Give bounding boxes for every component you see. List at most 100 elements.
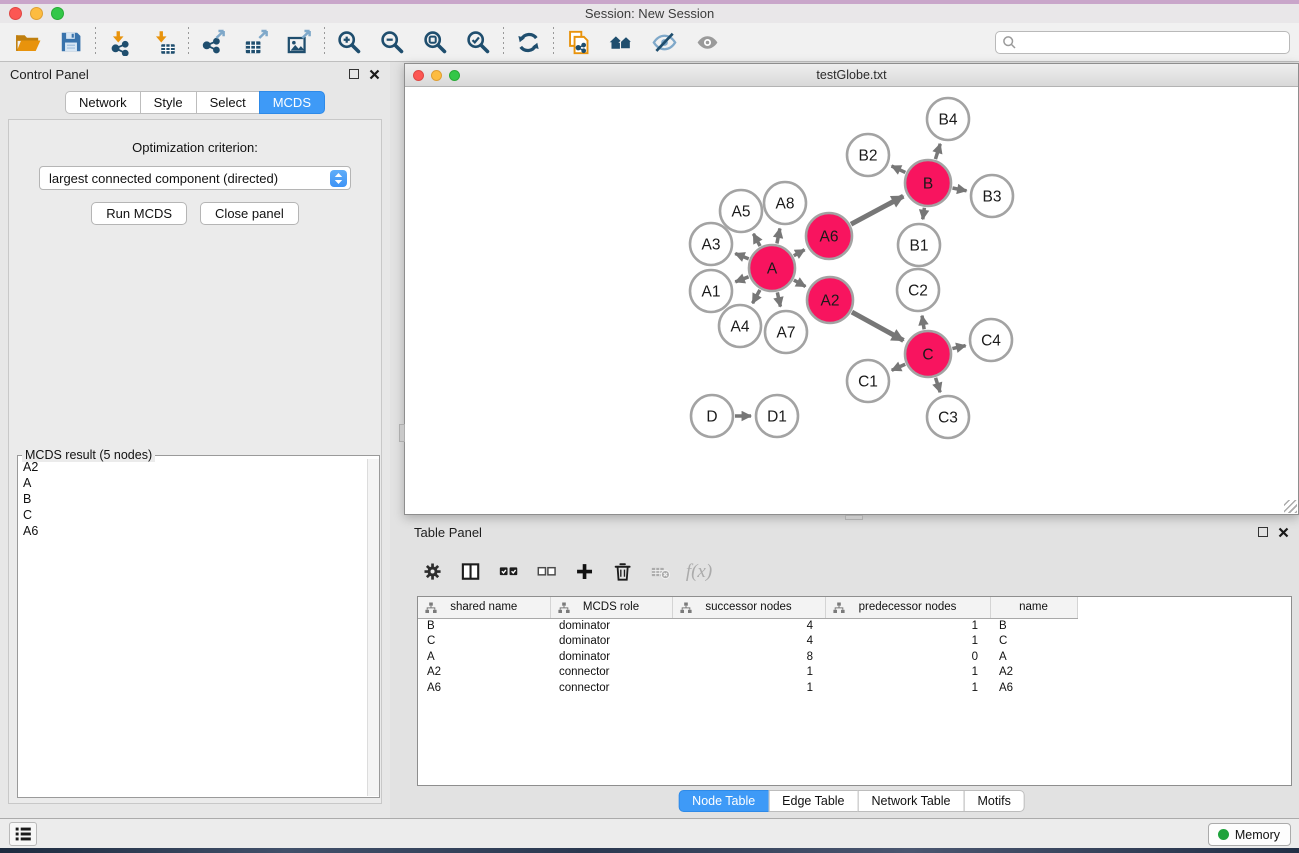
cell-predecessor-nodes[interactable]: 0 <box>825 649 990 665</box>
import-network-button[interactable] <box>99 25 142 59</box>
result-item[interactable]: A6 <box>19 523 366 539</box>
graph-node-A6[interactable]: A6 <box>806 213 852 259</box>
tab-mcds[interactable]: MCDS <box>259 91 325 114</box>
graph-node-A[interactable]: A <box>749 245 795 291</box>
tab-edge-table[interactable]: Edge Table <box>768 790 858 812</box>
search-input[interactable] <box>1021 33 1289 52</box>
cell-shared-name[interactable]: A6 <box>418 680 550 696</box>
result-item[interactable]: A2 <box>19 459 366 475</box>
column-header-successor-nodes[interactable]: successor nodes <box>672 597 825 618</box>
import-table-button[interactable] <box>142 25 185 59</box>
graph-node-A3[interactable]: A3 <box>690 223 732 265</box>
close-table-panel-icon[interactable] <box>1278 527 1289 538</box>
open-file-button[interactable] <box>6 25 49 59</box>
tab-network-table[interactable]: Network Table <box>858 790 965 812</box>
cell-successor-nodes[interactable]: 1 <box>672 680 825 696</box>
cell-successor-nodes[interactable]: 1 <box>672 665 825 681</box>
edge-B-B4[interactable] <box>935 144 940 159</box>
edge-A-A8[interactable] <box>777 228 780 243</box>
save-session-button[interactable] <box>49 25 92 59</box>
cell-name[interactable]: A6 <box>990 680 1077 696</box>
cell-shared-name[interactable]: A <box>418 649 550 665</box>
zoom-selected-button[interactable] <box>457 25 500 59</box>
vertical-splitter-handle[interactable] <box>399 424 405 442</box>
cell-MCDS-role[interactable]: connector <box>550 665 672 681</box>
zoom-out-button[interactable] <box>371 25 414 59</box>
result-item[interactable]: C <box>19 507 366 523</box>
show-columns-button[interactable] <box>454 554 488 590</box>
hide-selected-button[interactable] <box>643 25 686 59</box>
cell-shared-name[interactable]: A2 <box>418 665 550 681</box>
cell-MCDS-role[interactable]: dominator <box>550 634 672 650</box>
tab-node-table[interactable]: Node Table <box>678 790 769 812</box>
edge-B-B1[interactable] <box>923 208 925 220</box>
select-all-columns-button[interactable] <box>492 554 526 590</box>
graph-node-A7[interactable]: A7 <box>765 311 807 353</box>
table-settings-button[interactable] <box>416 554 450 590</box>
graph-node-D1[interactable]: D1 <box>756 395 798 437</box>
graph-node-B3[interactable]: B3 <box>971 175 1013 217</box>
graph-node-B1[interactable]: B1 <box>898 224 940 266</box>
table-row[interactable]: A2connector11A2 <box>418 665 1077 681</box>
close-panel-icon[interactable] <box>369 69 380 80</box>
cell-predecessor-nodes[interactable]: 1 <box>825 618 990 634</box>
refresh-network-button[interactable] <box>507 25 550 59</box>
table-row[interactable]: Adominator80A <box>418 649 1077 665</box>
graph-node-D[interactable]: D <box>691 395 733 437</box>
cell-name[interactable]: A2 <box>990 665 1077 681</box>
zoom-in-button[interactable] <box>328 25 371 59</box>
export-image-button[interactable] <box>278 25 321 59</box>
cell-successor-nodes[interactable]: 4 <box>672 634 825 650</box>
cell-name[interactable]: C <box>990 634 1077 650</box>
cell-name[interactable]: A <box>990 649 1077 665</box>
column-header-shared-name[interactable]: shared name <box>418 597 550 618</box>
result-item[interactable]: B <box>19 491 366 507</box>
graph-node-A1[interactable]: A1 <box>690 270 732 312</box>
duplicate-network-button[interactable] <box>557 25 600 59</box>
edge-A6-B[interactable] <box>851 196 903 224</box>
edge-C-C1[interactable] <box>892 364 905 370</box>
export-network-button[interactable] <box>192 25 235 59</box>
column-header-name[interactable]: name <box>990 597 1077 618</box>
edge-C-C4[interactable] <box>952 346 965 349</box>
criterion-dropdown[interactable]: largest connected component (directed) <box>39 166 351 190</box>
cell-MCDS-role[interactable]: dominator <box>550 649 672 665</box>
column-header-predecessor-nodes[interactable]: predecessor nodes <box>825 597 990 618</box>
result-scrollbar[interactable] <box>367 459 379 796</box>
edge-A2-C[interactable] <box>852 312 904 340</box>
graph-node-B[interactable]: B <box>905 160 951 206</box>
cell-successor-nodes[interactable]: 8 <box>672 649 825 665</box>
resize-grip[interactable] <box>1284 500 1297 513</box>
graph-node-B2[interactable]: B2 <box>847 134 889 176</box>
column-header-MCDS-role[interactable]: MCDS role <box>550 597 672 618</box>
delete-columns-button[interactable] <box>606 554 640 590</box>
edge-B-B2[interactable] <box>892 166 906 172</box>
run-mcds-button[interactable]: Run MCDS <box>91 202 187 225</box>
edge-A-A3[interactable] <box>735 254 749 259</box>
edge-B-B3[interactable] <box>952 188 966 191</box>
tab-motifs[interactable]: Motifs <box>963 790 1024 812</box>
result-item[interactable]: A <box>19 475 366 491</box>
edge-A-A2[interactable] <box>794 280 806 286</box>
graph-node-A8[interactable]: A8 <box>764 182 806 224</box>
cell-predecessor-nodes[interactable]: 1 <box>825 680 990 696</box>
memory-button[interactable]: Memory <box>1208 823 1291 846</box>
cell-MCDS-role[interactable]: dominator <box>550 618 672 634</box>
tab-network[interactable]: Network <box>65 91 141 114</box>
first-neighbors-button[interactable] <box>600 25 643 59</box>
table-row[interactable]: Bdominator41B <box>418 618 1077 634</box>
cell-predecessor-nodes[interactable]: 1 <box>825 665 990 681</box>
edge-A-A4[interactable] <box>753 290 760 303</box>
edge-A-A5[interactable] <box>753 234 760 246</box>
graph-node-A4[interactable]: A4 <box>719 305 761 347</box>
cell-successor-nodes[interactable]: 4 <box>672 618 825 634</box>
edge-A-A7[interactable] <box>777 292 780 306</box>
graph-node-C1[interactable]: C1 <box>847 360 889 402</box>
edge-A-A6[interactable] <box>794 250 805 256</box>
cell-shared-name[interactable]: B <box>418 618 550 634</box>
network-window-titlebar[interactable]: testGlobe.txt <box>405 64 1298 87</box>
graph-node-B4[interactable]: B4 <box>927 98 969 140</box>
table-row[interactable]: A6connector11A6 <box>418 680 1077 696</box>
zoom-fit-button[interactable] <box>414 25 457 59</box>
graph-node-C3[interactable]: C3 <box>927 396 969 438</box>
